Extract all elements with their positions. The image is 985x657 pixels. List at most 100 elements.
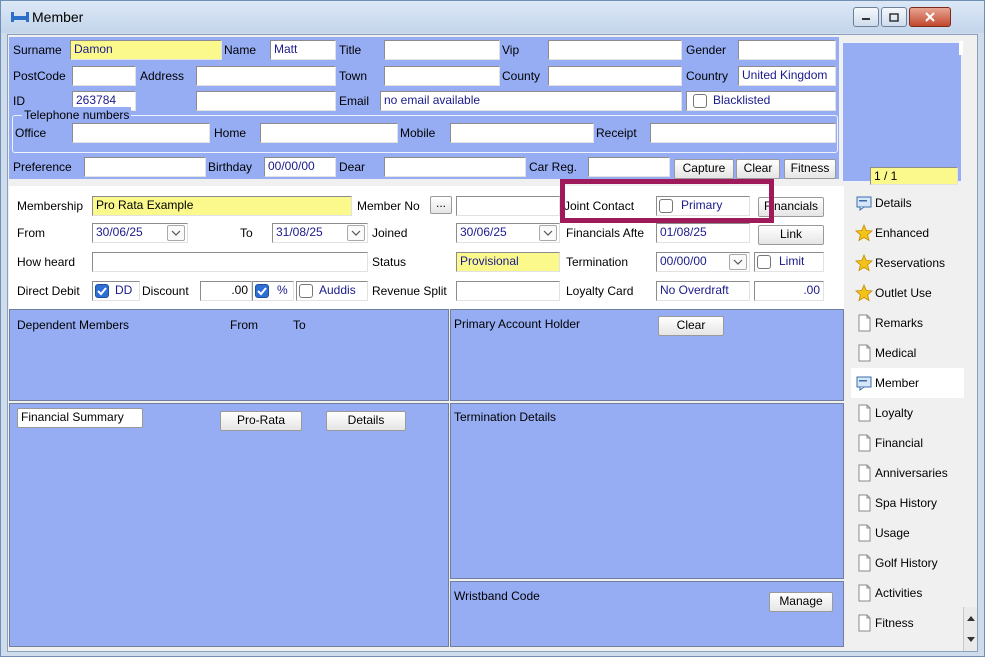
membership-field[interactable]: Pro Rata Example bbox=[92, 196, 352, 216]
member-no-label: Member No bbox=[357, 199, 420, 213]
to-date-field[interactable]: 31/08/25 bbox=[272, 223, 368, 243]
sidebar-item-label: Member bbox=[875, 376, 920, 390]
member-no-field[interactable] bbox=[456, 196, 560, 216]
photo-corner bbox=[959, 41, 963, 55]
surname-field[interactable]: Damon bbox=[70, 40, 222, 60]
revenue-split-field[interactable] bbox=[456, 281, 560, 301]
sidebar-item-anniversaries[interactable]: Anniversaries bbox=[851, 458, 964, 488]
loyalty-value-field[interactable]: .00 bbox=[754, 281, 824, 301]
dd-box[interactable]: DD bbox=[92, 281, 140, 301]
sidebar-item-golf-history[interactable]: Golf History bbox=[851, 548, 964, 578]
discount-field[interactable]: .00 bbox=[200, 281, 252, 301]
termination-details-title: Termination Details bbox=[454, 410, 557, 424]
financial-summary-button[interactable]: Financial Summary bbox=[17, 408, 143, 428]
from-date-field[interactable]: 30/06/25 bbox=[92, 223, 188, 243]
name-field[interactable]: Matt bbox=[270, 40, 336, 60]
receipt-field[interactable] bbox=[650, 123, 836, 143]
primary-checkbox[interactable] bbox=[659, 199, 673, 213]
limit-box[interactable]: Limit bbox=[754, 252, 824, 272]
title-field[interactable] bbox=[384, 40, 500, 60]
termination-date-dropdown[interactable] bbox=[729, 254, 747, 270]
how-heard-field[interactable] bbox=[92, 252, 368, 272]
gender-field[interactable] bbox=[738, 40, 836, 60]
loyalty-card-field[interactable]: No Overdraft bbox=[656, 281, 750, 301]
sidebar-item-usage[interactable]: Usage bbox=[851, 518, 964, 548]
manage-button[interactable]: Manage bbox=[769, 592, 833, 612]
financials-after-field[interactable]: 01/08/25 bbox=[656, 223, 750, 243]
chat-icon bbox=[856, 196, 872, 211]
sidebar-item-medical[interactable]: Medical bbox=[851, 338, 964, 368]
discount-label: Discount bbox=[142, 284, 189, 298]
primary-account-clear-button[interactable]: Clear bbox=[658, 316, 724, 336]
auddis-box[interactable]: Auddis bbox=[296, 281, 368, 301]
joined-date-field[interactable]: 30/06/25 bbox=[456, 223, 560, 243]
mobile-field[interactable] bbox=[450, 123, 594, 143]
percent-checkbox[interactable] bbox=[255, 284, 269, 298]
auddis-checkbox[interactable] bbox=[299, 284, 313, 298]
to-date-dropdown[interactable] bbox=[347, 225, 365, 241]
pro-rata-button[interactable]: Pro-Rata bbox=[220, 411, 302, 431]
sidebar-item-remarks[interactable]: Remarks bbox=[851, 308, 964, 338]
star-icon bbox=[855, 284, 873, 302]
email-field[interactable]: no email available bbox=[380, 91, 682, 111]
primary-box[interactable]: Primary bbox=[656, 196, 750, 216]
town-field[interactable] bbox=[384, 66, 500, 86]
termination-date-field[interactable]: 00/00/00 bbox=[656, 252, 750, 272]
blacklisted-checkbox[interactable] bbox=[693, 94, 707, 108]
blacklisted-label: Blacklisted bbox=[713, 93, 771, 107]
country-field[interactable]: United Kingdom bbox=[738, 66, 836, 86]
office-field[interactable] bbox=[72, 123, 210, 143]
percent-box[interactable]: % bbox=[252, 281, 294, 301]
address-line2-field[interactable] bbox=[196, 91, 336, 111]
minimize-button[interactable] bbox=[853, 7, 879, 27]
link-button[interactable]: Link bbox=[758, 225, 824, 245]
dd-checkbox[interactable] bbox=[95, 284, 109, 298]
car-reg-field[interactable] bbox=[588, 157, 670, 177]
postcode-field[interactable] bbox=[72, 66, 136, 86]
sidebar-item-activities[interactable]: Activities bbox=[851, 578, 964, 608]
county-field[interactable] bbox=[548, 66, 682, 86]
sidebar-item-label: Golf History bbox=[875, 556, 938, 570]
home-field[interactable] bbox=[260, 123, 398, 143]
loyalty-card-label: Loyalty Card bbox=[566, 284, 634, 298]
close-button[interactable] bbox=[909, 7, 951, 27]
member-photo[interactable] bbox=[842, 41, 963, 182]
close-icon bbox=[925, 12, 935, 22]
surname-label: Surname bbox=[13, 43, 62, 57]
maximize-button[interactable] bbox=[881, 7, 907, 27]
joined-date-dropdown[interactable] bbox=[539, 225, 557, 241]
birthday-field[interactable]: 00/00/00 bbox=[264, 157, 336, 177]
sidebar-item-outlet-use[interactable]: Outlet Use bbox=[851, 278, 964, 308]
capture-button[interactable]: Capture bbox=[674, 159, 734, 179]
vip-field[interactable] bbox=[548, 40, 682, 60]
limit-checkbox[interactable] bbox=[757, 255, 771, 269]
sidebar-item-member[interactable]: Member bbox=[851, 368, 964, 398]
sidebar-item-label: Reservations bbox=[875, 256, 946, 270]
sidebar-item-financial[interactable]: Financial bbox=[851, 428, 964, 458]
termination-date-value: 00/00/00 bbox=[660, 254, 707, 268]
sidebar-item-reservations[interactable]: Reservations bbox=[851, 248, 964, 278]
title-bar[interactable]: Member bbox=[1, 1, 984, 33]
from-date-dropdown[interactable] bbox=[167, 225, 185, 241]
details-button[interactable]: Details bbox=[326, 411, 406, 431]
sidebar-item-spa-history[interactable]: Spa History bbox=[851, 488, 964, 518]
dear-field[interactable] bbox=[384, 157, 526, 177]
sidebar-item-fitness[interactable]: Fitness bbox=[851, 608, 964, 638]
sidebar-item-loyalty[interactable]: Loyalty bbox=[851, 398, 964, 428]
fitness-button[interactable]: Fitness bbox=[784, 159, 836, 179]
status-field[interactable]: Provisional bbox=[456, 252, 560, 272]
clear-button[interactable]: Clear bbox=[736, 159, 780, 179]
sidebar-item-enhanced[interactable]: Enhanced bbox=[851, 218, 964, 248]
scroll-up-icon bbox=[967, 616, 975, 621]
window-title: Member bbox=[32, 9, 84, 25]
financials-button[interactable]: Financials bbox=[758, 197, 824, 217]
blacklisted-box[interactable]: Blacklisted bbox=[686, 91, 836, 111]
member-no-lookup-button[interactable]: ... bbox=[430, 196, 452, 214]
page-icon bbox=[858, 434, 871, 452]
address-field[interactable] bbox=[196, 66, 336, 86]
client-area: Surname Damon Name Matt Title Vip Gender… bbox=[7, 34, 978, 652]
sidebar-item-label: Loyalty bbox=[875, 406, 914, 420]
sidebar-scrollbar[interactable] bbox=[963, 607, 977, 651]
preference-field[interactable] bbox=[84, 157, 206, 177]
sidebar-item-details[interactable]: Details bbox=[851, 188, 964, 218]
